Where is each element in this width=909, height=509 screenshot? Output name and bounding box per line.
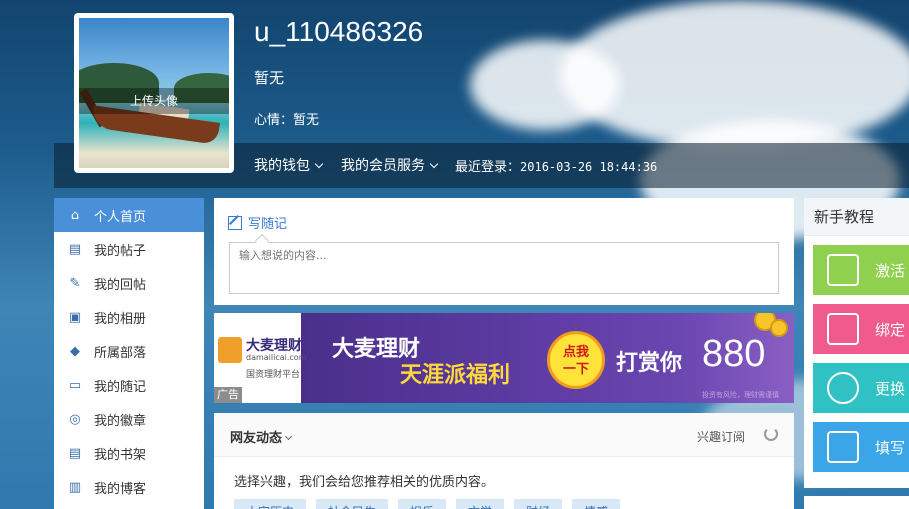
user-intro: 暂无 (254, 69, 285, 87)
interest-subscribe-link[interactable]: 兴趣订阅 (697, 428, 745, 445)
tutorial-title: 新手教程 (804, 198, 909, 236)
ad-reward: 打赏你 (616, 351, 683, 376)
ad-domain: damailicai.com (246, 353, 307, 362)
chevron-down-icon (314, 159, 324, 169)
tutorial-panel: 新手教程 激活 绑定 更换 填写 (804, 198, 909, 488)
sidebar-item-label: 我的相册 (94, 311, 147, 327)
write-note-label: 写随记 (248, 217, 288, 232)
avatar-image: 上传头像 (79, 18, 229, 168)
member-service-label: 我的会员服务 (341, 158, 425, 174)
sidebar-item-tribe[interactable]: ◆ 所属部落 (54, 334, 204, 368)
sidebar-item-label: 我的博客 (94, 481, 147, 497)
sidebar-item-bookshelf[interactable]: ▤ 我的书架 (54, 436, 204, 470)
chat-icon: ▭ (68, 377, 82, 393)
note-composer: 写随记 (214, 198, 794, 305)
edit-icon: ✎ (69, 275, 81, 291)
sidebar-item-badges[interactable]: ◎ 我的徽章 (54, 402, 204, 436)
ad-amount: 880 (702, 333, 766, 375)
feed-hint: 选择兴趣，我们会给您推荐相关的优质内容。 (234, 475, 495, 490)
ad-logo: 大麦理财 damailicai.com 国资理财平台 (218, 335, 310, 381)
book-icon: ▤ (68, 445, 82, 461)
ad-banner[interactable]: 大麦理财 damailicai.com 国资理财平台 大麦理财 天涯派福利 点我… (214, 313, 794, 403)
tutorial-change[interactable]: 更换 (813, 363, 909, 413)
secondary-panel (804, 496, 909, 509)
interest-tag[interactable]: 情感 (572, 499, 621, 509)
interest-tags: 大家历史 社会民生 娱乐 文学 财经 情感 (234, 499, 621, 509)
tutorial-label: 绑定 (875, 320, 906, 339)
sidebar-item-label: 我的帖子 (94, 243, 147, 259)
last-login-label: 最近登录： (455, 160, 521, 175)
blog-icon: ▥ (68, 479, 82, 495)
tutorial-activate[interactable]: 激活 (813, 245, 909, 295)
friend-feed: 网友动态 兴趣订阅 选择兴趣，我们会给您推荐相关的优质内容。 大家历史 社会民生… (214, 413, 794, 509)
document-icon: ▤ (68, 241, 82, 257)
sidebar-item-notes[interactable]: ▭ 我的随记 (54, 368, 204, 402)
ad-subheadline: 天涯派福利 (400, 363, 511, 388)
ad-button-line1: 点我 (562, 345, 589, 360)
phone-icon (827, 254, 859, 286)
interest-tag[interactable]: 大家历史 (234, 499, 307, 509)
user-mood: 心情：暂无 (254, 113, 320, 128)
note-input[interactable] (229, 242, 779, 294)
pen-icon (228, 215, 242, 230)
sidebar-item-label: 所属部落 (94, 345, 147, 361)
last-login-time: 2016-03-26 18:44:36 (520, 160, 658, 174)
photo-icon: ▣ (68, 309, 82, 325)
sidebar-item-label: 我的徽章 (94, 413, 147, 429)
ad-click-button[interactable]: 点我 一下 (547, 331, 605, 389)
chevron-down-icon (284, 432, 293, 441)
interest-tag[interactable]: 娱乐 (398, 499, 447, 509)
main-content: 写随记 大麦理财 damailicai.com 国资理财平台 大麦理财 天涯派福… (214, 198, 794, 509)
upload-avatar-button[interactable]: 上传头像 (79, 88, 229, 114)
user-icon (827, 372, 859, 404)
refresh-icon[interactable] (764, 427, 778, 441)
sidebar-item-label: 我的书架 (94, 447, 147, 463)
feed-title-dropdown[interactable]: 网友动态 (230, 427, 293, 446)
mail-icon (827, 313, 859, 345)
tutorial-fill[interactable]: 填写 (813, 422, 909, 472)
ad-label: 广告 (214, 387, 242, 403)
tutorial-label: 激活 (875, 261, 906, 280)
sidebar-item-blog[interactable]: ▥ 我的博客 (54, 470, 204, 504)
interest-tag[interactable]: 社会民生 (316, 499, 389, 509)
ad-brand: 大麦理财 (246, 338, 302, 354)
wheat-logo-icon (218, 337, 242, 363)
sidebar: ⌂ 个人首页 ▤ 我的帖子 ✎ 我的回帖 ▣ 我的相册 ◆ 所属部落 ▭ 我的随记 ◎ 我的徽… (54, 198, 204, 509)
sidebar-item-label: 个人首页 (94, 209, 147, 225)
interest-tag[interactable]: 文学 (456, 499, 505, 509)
sidebar-item-home[interactable]: ⌂ 个人首页 (54, 198, 204, 232)
badge-icon: ◎ (69, 411, 81, 427)
feed-header: 网友动态 兴趣订阅 (214, 413, 794, 457)
tutorial-label: 填写 (875, 438, 906, 457)
sidebar-item-album[interactable]: ▣ 我的相册 (54, 300, 204, 334)
interest-tag[interactable]: 财经 (514, 499, 563, 509)
sidebar-item-posts[interactable]: ▤ 我的帖子 (54, 232, 204, 266)
form-icon (827, 431, 859, 463)
member-service-menu[interactable]: 我的会员服务 (341, 155, 439, 175)
sidebar-item-label: 我的回帖 (94, 277, 147, 293)
wallet-label: 我的钱包 (254, 158, 310, 174)
wallet-menu[interactable]: 我的钱包 (254, 155, 324, 175)
ad-subtitle: 国资理财平台 (246, 370, 301, 380)
group-icon: ◆ (70, 343, 80, 359)
username: u_110486326 (254, 16, 424, 47)
sidebar-item-label: 我的随记 (94, 379, 147, 395)
chevron-down-icon (429, 159, 439, 169)
tutorial-label: 更换 (875, 379, 906, 398)
home-icon: ⌂ (70, 207, 80, 223)
ad-button-line2: 一下 (562, 362, 589, 377)
feed-title: 网友动态 (230, 431, 283, 446)
sidebar-item-replies[interactable]: ✎ 我的回帖 (54, 266, 204, 300)
coin-icon (770, 319, 788, 337)
avatar[interactable]: 上传头像 (74, 13, 234, 173)
write-note-tab[interactable]: 写随记 (228, 213, 287, 232)
ad-disclaimer: 投资有风险，理财需谨慎 (702, 391, 779, 399)
last-login: 最近登录：2016-03-26 18:44:36 (455, 156, 657, 175)
tutorial-bind[interactable]: 绑定 (813, 304, 909, 354)
